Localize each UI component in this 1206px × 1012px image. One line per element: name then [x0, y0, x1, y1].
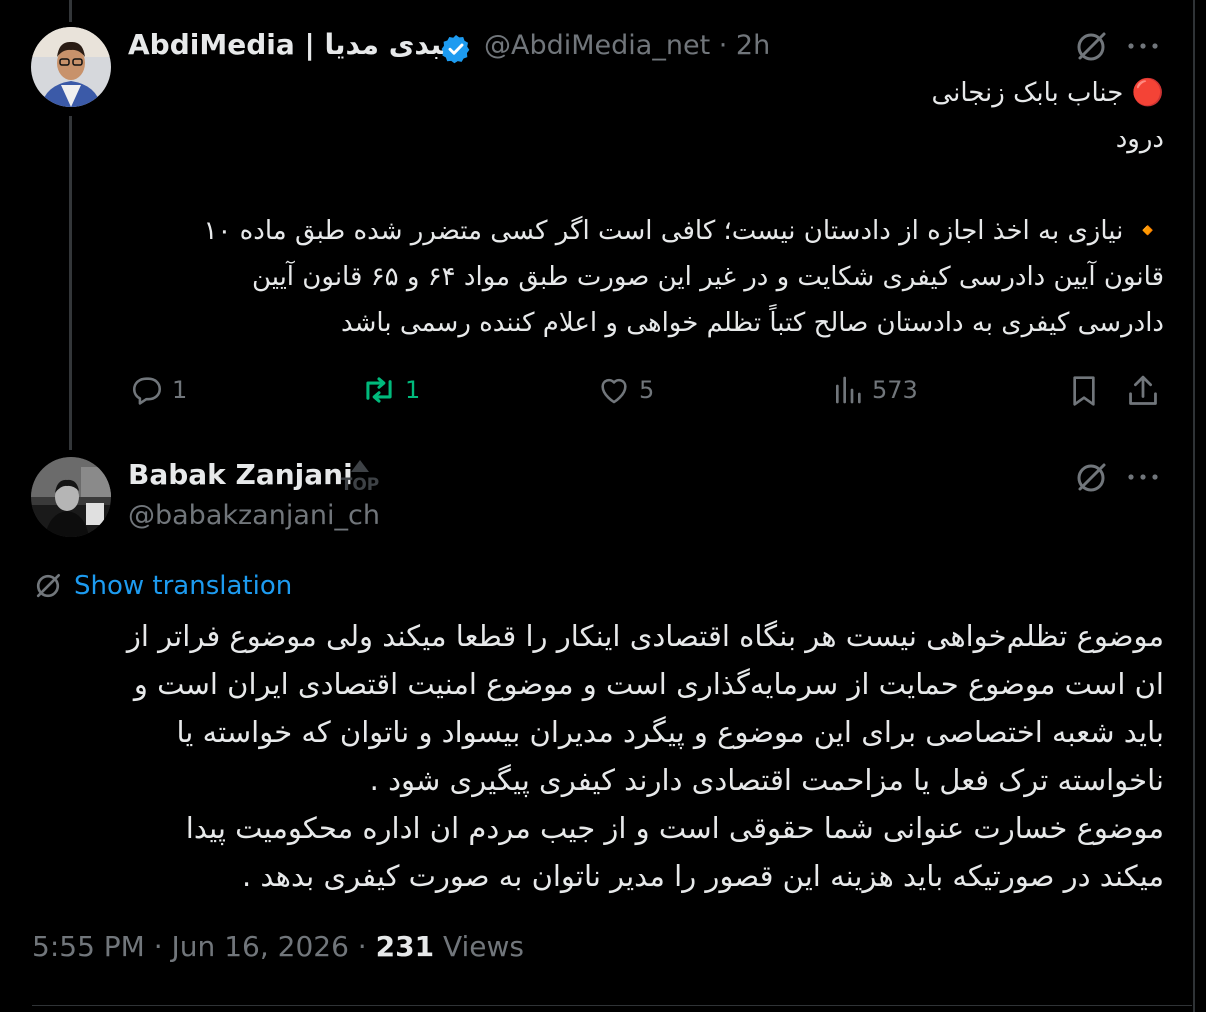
views-count: 231 — [375, 930, 435, 963]
repost-button[interactable]: 1 — [361, 373, 420, 407]
thread-line-top — [69, 0, 72, 22]
reply-count: 1 — [172, 376, 188, 404]
heart-icon — [601, 378, 627, 404]
share-icon — [1129, 375, 1157, 405]
tweet-line: موضوع تظلم‌خواهی نیست هر بنگاه اقتصادی ا… — [126, 619, 1164, 653]
reply-author-handle-text[interactable]: @babakzanjani_ch — [128, 500, 380, 531]
top-badge-text: TOP — [340, 475, 380, 495]
up-arrow-icon — [351, 460, 369, 472]
avatar-abdimedia[interactable] — [31, 27, 111, 107]
tweet-line: باید شعبه اختصاصی برای این موضوع و پیگرد… — [176, 715, 1164, 749]
post-time[interactable]: 5:55 PM — [32, 930, 145, 963]
views-label: Views — [442, 930, 525, 963]
right-border — [1193, 0, 1195, 1012]
tweet-line: موضوع خسارت عنوانی شما حقوقی است و از جی… — [185, 811, 1164, 845]
show-translation-label[interactable]: Show translation — [74, 571, 292, 601]
more-options-icon[interactable] — [1126, 33, 1160, 63]
tweet-line: قانون آیین دادرسی کیفری شکایت و در غیر ا… — [251, 262, 1164, 292]
repost-icon — [366, 377, 392, 403]
post-time[interactable]: · 2h — [719, 30, 770, 61]
reply-icon — [132, 377, 162, 405]
analytics-icon — [836, 376, 861, 404]
tweet-line: 🔴 جناب بابک زنجانی — [931, 78, 1164, 108]
tweet-line: درود — [1115, 124, 1164, 154]
meta-separator: · — [357, 930, 367, 963]
tweet-line: ان است موضوع حمایت از سرمایه‌گذاری است و… — [133, 667, 1164, 701]
author-name-text[interactable]: AbdiMedia | عبدی مدیا — [128, 28, 461, 61]
views-count: 573 — [872, 376, 918, 404]
reply-author-name-text[interactable]: Babak Zanjani — [128, 458, 353, 491]
reply-author-handle[interactable]: @babakzanjani_ch — [128, 500, 380, 531]
like-button[interactable]: 5 — [597, 373, 654, 407]
tweet-line: دادرسی کیفری به دادستان صالح کتباً تظلم … — [341, 308, 1164, 338]
verified-badge-icon — [440, 33, 472, 69]
post-meta: 5:55 PM · Jun 16, 2026 · 231 Views — [32, 930, 524, 963]
thread-line — [69, 116, 72, 450]
avatar-babak[interactable] — [31, 457, 111, 537]
meta-separator: · — [153, 930, 163, 963]
author-name[interactable]: AbdiMedia | عبدی مدیا — [128, 28, 461, 61]
grok-icon[interactable] — [1073, 29, 1109, 69]
bookmark-button[interactable] — [1068, 373, 1100, 409]
reply-button[interactable]: 1 — [130, 373, 187, 407]
bookmark-icon — [1073, 376, 1095, 406]
author-handle-text[interactable]: @AbdiMedia_net — [484, 30, 710, 61]
tweet-line: ناخواسته ترک فعل یا مزاحمت اقتصادی دارند… — [369, 763, 1164, 797]
views-button[interactable]: 573 — [832, 373, 918, 407]
more-options-icon[interactable] — [1126, 464, 1160, 494]
grok-icon[interactable] — [1073, 460, 1109, 500]
like-count: 5 — [639, 376, 655, 404]
tweet-line: 🔸 نیازی به اخذ اجازه از دادستان نیست؛ کا… — [203, 216, 1164, 246]
top-badge: TOP — [340, 458, 380, 495]
translate-icon — [36, 574, 60, 598]
tweet-line — [120, 162, 1164, 208]
show-translation-button[interactable]: Show translation — [32, 570, 292, 602]
tweet-text: 🔴 جناب بابک زنجانی درود 🔸 نیازی به اخذ ا… — [120, 70, 1164, 346]
share-button[interactable] — [1126, 373, 1160, 409]
reply-author-name[interactable]: Babak Zanjani — [128, 458, 353, 491]
post-date[interactable]: Jun 16, 2026 — [172, 930, 349, 963]
author-handle[interactable]: @AbdiMedia_net · 2h — [484, 30, 770, 61]
tweet-line: میکند در صورتیکه باید هزینه این قصور را … — [242, 859, 1164, 893]
divider — [32, 1005, 1192, 1006]
repost-count: 1 — [405, 376, 421, 404]
reply-tweet-text: موضوع تظلم‌خواهی نیست هر بنگاه اقتصادی ا… — [34, 612, 1164, 900]
